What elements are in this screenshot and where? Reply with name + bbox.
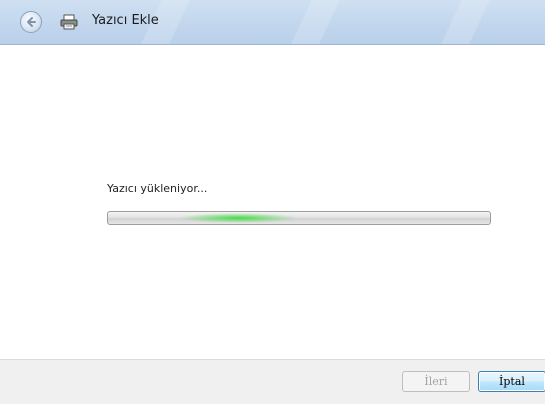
back-button[interactable]: [20, 11, 42, 33]
next-button[interactable]: İleri: [402, 371, 470, 392]
back-arrow-icon: [27, 17, 36, 27]
cancel-button[interactable]: İptal: [478, 371, 545, 392]
glass-decoration: [279, 0, 349, 44]
wizard-footer: İleri İptal: [0, 359, 545, 404]
progress-marquee-glow: [178, 213, 298, 223]
title-bar: Yazıcı Ekle: [0, 0, 545, 45]
wizard-content: [0, 45, 545, 359]
printer-icon: [60, 14, 78, 30]
glass-decoration: [429, 0, 499, 44]
installing-status-text: Yazıcı yükleniyor...: [107, 182, 208, 195]
add-printer-window: Yazıcı Ekle Yazıcı yükleniyor... İleri İ…: [0, 0, 545, 404]
installation-progress-bar: [107, 211, 491, 225]
window-title: Yazıcı Ekle: [92, 13, 159, 28]
